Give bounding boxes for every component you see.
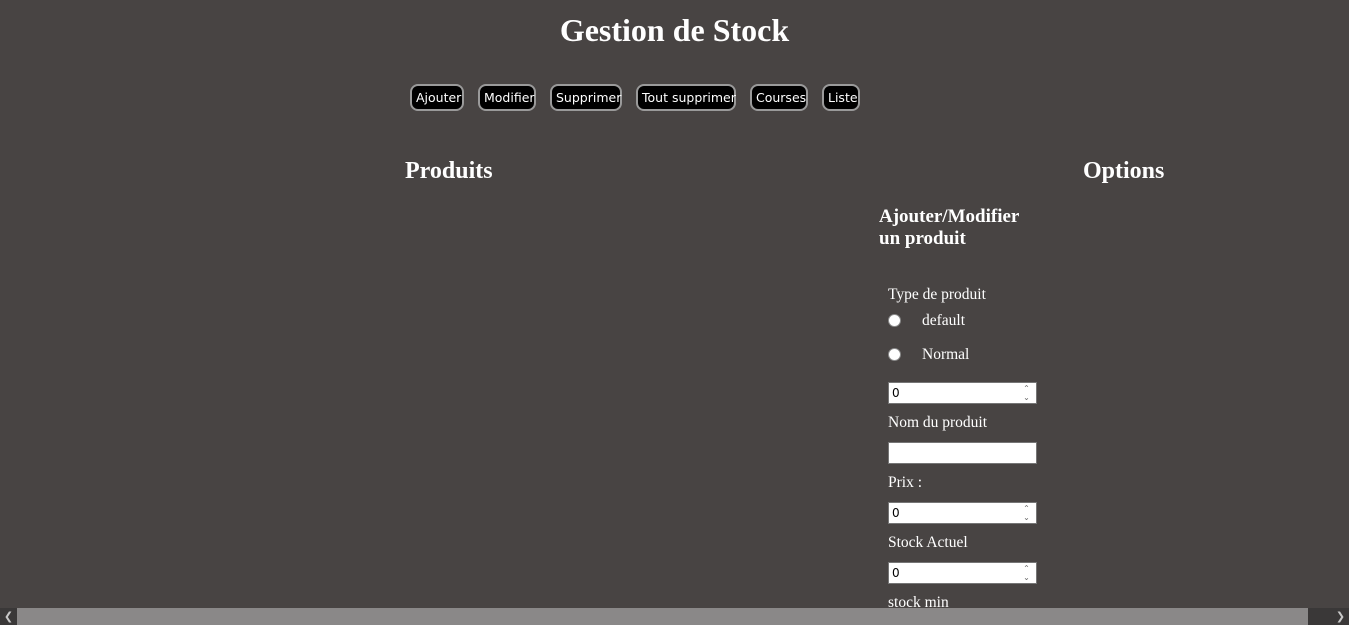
supprimer-button[interactable]: Supprimer (550, 84, 622, 111)
liste-button[interactable]: Liste (822, 84, 860, 111)
courses-button[interactable]: Courses (750, 84, 808, 111)
stock-spinner[interactable]: ⌃ ⌄ (1020, 564, 1033, 582)
price-value: 0 (892, 506, 900, 520)
modifier-button[interactable]: Modifier (478, 84, 536, 111)
chevron-left-icon[interactable]: ❮ (0, 608, 17, 625)
number-spinner[interactable]: ⌃ ⌄ (1020, 384, 1033, 402)
form-heading: Ajouter/Modifier un produit (879, 206, 1019, 249)
products-heading: Produits (405, 158, 493, 184)
type-default-radio[interactable] (888, 314, 901, 327)
type-normal-label: Normal (922, 346, 970, 363)
current-stock-value: 0 (892, 566, 900, 580)
product-name-input[interactable] (888, 442, 1037, 464)
chevron-down-icon[interactable]: ⌄ (1020, 393, 1033, 402)
chevron-right-icon[interactable]: ❯ (1332, 608, 1349, 625)
price-spinner[interactable]: ⌃ ⌄ (1020, 504, 1033, 522)
price-input[interactable]: 0 ⌃ ⌄ (888, 502, 1037, 524)
options-heading: Options (1083, 158, 1165, 184)
product-type-label: Type de produit (888, 286, 986, 303)
type-normal-radio[interactable] (888, 348, 901, 361)
type-number-value: 0 (892, 386, 900, 400)
price-label: Prix : (888, 474, 923, 491)
page-title: Gestion de Stock (559, 12, 790, 48)
horizontal-scrollbar[interactable]: ❮ ❯ (0, 608, 1349, 625)
current-stock-input[interactable]: 0 ⌃ ⌄ (888, 562, 1037, 584)
chevron-up-icon[interactable]: ⌃ (1020, 564, 1033, 573)
type-default-label: default (922, 312, 966, 329)
scrollbar-thumb[interactable] (17, 608, 1308, 625)
chevron-down-icon[interactable]: ⌄ (1020, 573, 1033, 582)
page: Gestion de Stock Ajouter Modifier Suppri… (0, 0, 1349, 625)
ajouter-button[interactable]: Ajouter (410, 84, 464, 111)
product-name-label: Nom du produit (888, 414, 988, 431)
chevron-up-icon[interactable]: ⌃ (1020, 504, 1033, 513)
current-stock-label: Stock Actuel (888, 534, 968, 551)
type-number-input[interactable]: 0 ⌃ ⌄ (888, 382, 1037, 404)
chevron-down-icon[interactable]: ⌄ (1020, 513, 1033, 522)
chevron-up-icon[interactable]: ⌃ (1020, 384, 1033, 393)
tout-supprimer-button[interactable]: Tout supprimer (636, 84, 736, 111)
